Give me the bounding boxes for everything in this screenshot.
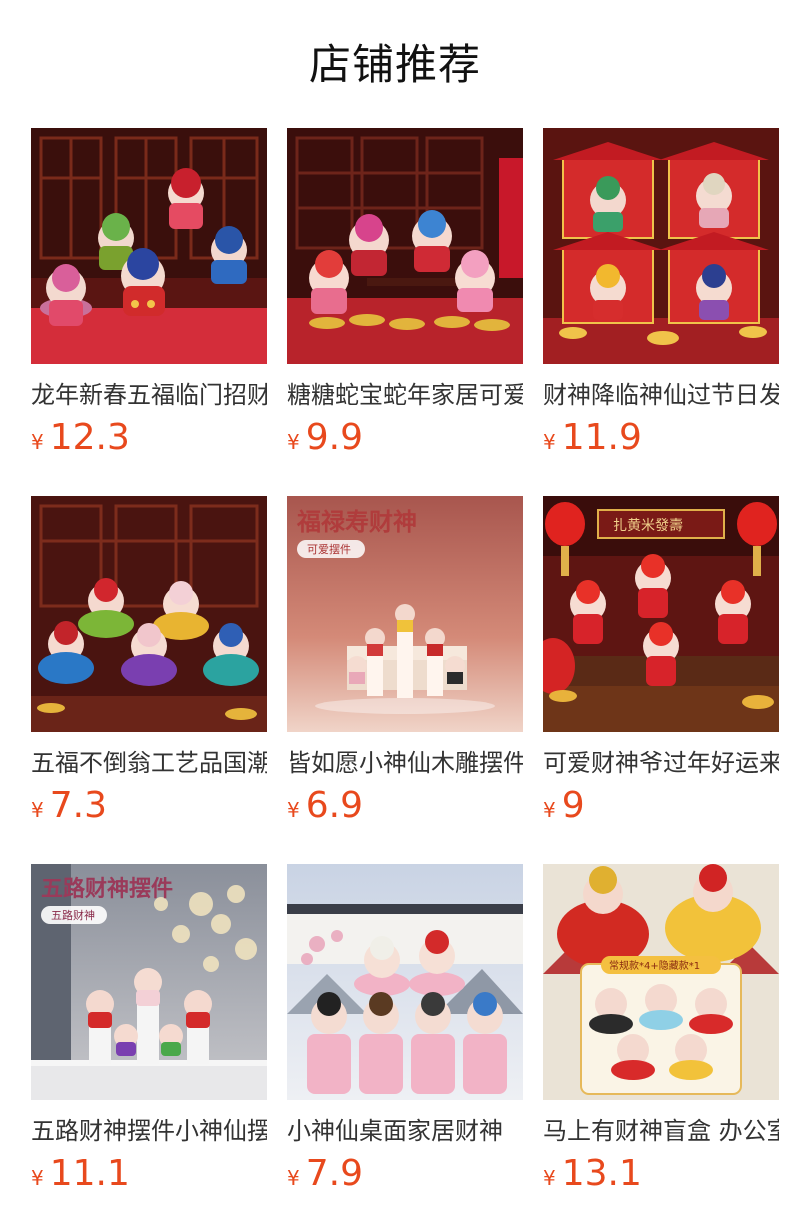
price-value: 7.9 [305, 1153, 363, 1194]
product-name[interactable]: 皆如愿小神仙木雕摆件 [287, 746, 523, 782]
product-image[interactable] [287, 864, 523, 1100]
price-value: 6.9 [305, 785, 363, 826]
product-name[interactable]: 财神降临神仙过节日发 [543, 378, 779, 414]
currency-symbol: ¥ [287, 1166, 300, 1190]
product-image[interactable] [287, 128, 523, 364]
product-card[interactable]: 五路财神摆件 五路财神 五路财神摆件小神仙摆 ¥11.1 [31, 864, 267, 1204]
product-image[interactable] [543, 128, 779, 364]
product-image[interactable] [31, 496, 267, 732]
product-name[interactable]: 五福不倒翁工艺品国潮 [31, 746, 267, 782]
product-card[interactable]: 龙年新春五福临门招财 ¥12.3 [31, 128, 267, 468]
price-value: 7.3 [49, 785, 107, 826]
product-image[interactable]: 常规款*4+隐藏款*1 [543, 864, 779, 1100]
product-price: ¥12.3 [31, 416, 130, 460]
product-price: ¥9.9 [287, 416, 363, 460]
product-card[interactable]: 小神仙桌面家居财神 ¥7.9 [287, 864, 523, 1204]
currency-symbol: ¥ [543, 798, 556, 822]
image-overlay-title: 福禄寿财神 [296, 508, 417, 536]
product-price: ¥9 [543, 784, 585, 828]
product-card[interactable]: 常规款*4+隐藏款*1 马上有财神盲盒 办公室 ¥13.1 [543, 864, 779, 1204]
product-price: ¥11.1 [31, 1152, 130, 1196]
product-card[interactable]: 糖糖蛇宝蛇年家居可爱 ¥9.9 [287, 128, 523, 468]
product-price: ¥11.9 [543, 416, 642, 460]
currency-symbol: ¥ [287, 430, 300, 454]
currency-symbol: ¥ [31, 430, 44, 454]
product-image[interactable]: 五路财神摆件 五路财神 [31, 864, 267, 1100]
currency-symbol: ¥ [31, 1166, 44, 1190]
product-price: ¥7.9 [287, 1152, 363, 1196]
product-card[interactable]: 五福不倒翁工艺品国潮 ¥7.3 [31, 496, 267, 836]
product-card[interactable]: 扎黄米發壽 可爱财神爷过年好运来 ¥9 [543, 496, 779, 836]
currency-symbol: ¥ [543, 1166, 556, 1190]
currency-symbol: ¥ [287, 798, 300, 822]
price-value: 9 [561, 785, 585, 826]
image-overlay-tag: 常规款*4+隐藏款*1 [609, 959, 700, 972]
product-card[interactable]: 财神降临神仙过节日发 ¥11.9 [543, 128, 779, 468]
product-name[interactable]: 糖糖蛇宝蛇年家居可爱 [287, 378, 523, 414]
product-name[interactable]: 可爱财神爷过年好运来 [543, 746, 779, 782]
product-price: ¥6.9 [287, 784, 363, 828]
product-name[interactable]: 小神仙桌面家居财神 [287, 1114, 523, 1150]
price-value: 9.9 [305, 417, 363, 458]
product-image[interactable]: 福禄寿财神 可爱摆件 [287, 496, 523, 732]
image-overlay-tag: 五路财神 [51, 908, 95, 922]
product-image[interactable]: 扎黄米發壽 [543, 496, 779, 732]
currency-symbol: ¥ [543, 430, 556, 454]
product-name[interactable]: 五路财神摆件小神仙摆 [31, 1114, 267, 1150]
price-value: 11.9 [561, 417, 642, 458]
product-price: ¥13.1 [543, 1152, 642, 1196]
price-value: 13.1 [561, 1153, 642, 1194]
product-name[interactable]: 马上有财神盲盒 办公室 [543, 1114, 779, 1150]
product-price: ¥7.3 [31, 784, 107, 828]
image-overlay-tag: 可爱摆件 [307, 542, 351, 556]
image-overlay-title: 五路财神摆件 [41, 876, 173, 902]
currency-symbol: ¥ [31, 798, 44, 822]
product-card[interactable]: 福禄寿财神 可爱摆件 皆如愿小神仙木雕摆件 ¥6.9 [287, 496, 523, 836]
price-value: 12.3 [49, 417, 130, 458]
price-value: 11.1 [49, 1153, 130, 1194]
image-overlay-sign: 扎黄米發壽 [613, 517, 683, 534]
page-title: 店铺推荐 [308, 40, 481, 89]
product-image[interactable] [31, 128, 267, 364]
product-name[interactable]: 龙年新春五福临门招财 [31, 378, 267, 414]
